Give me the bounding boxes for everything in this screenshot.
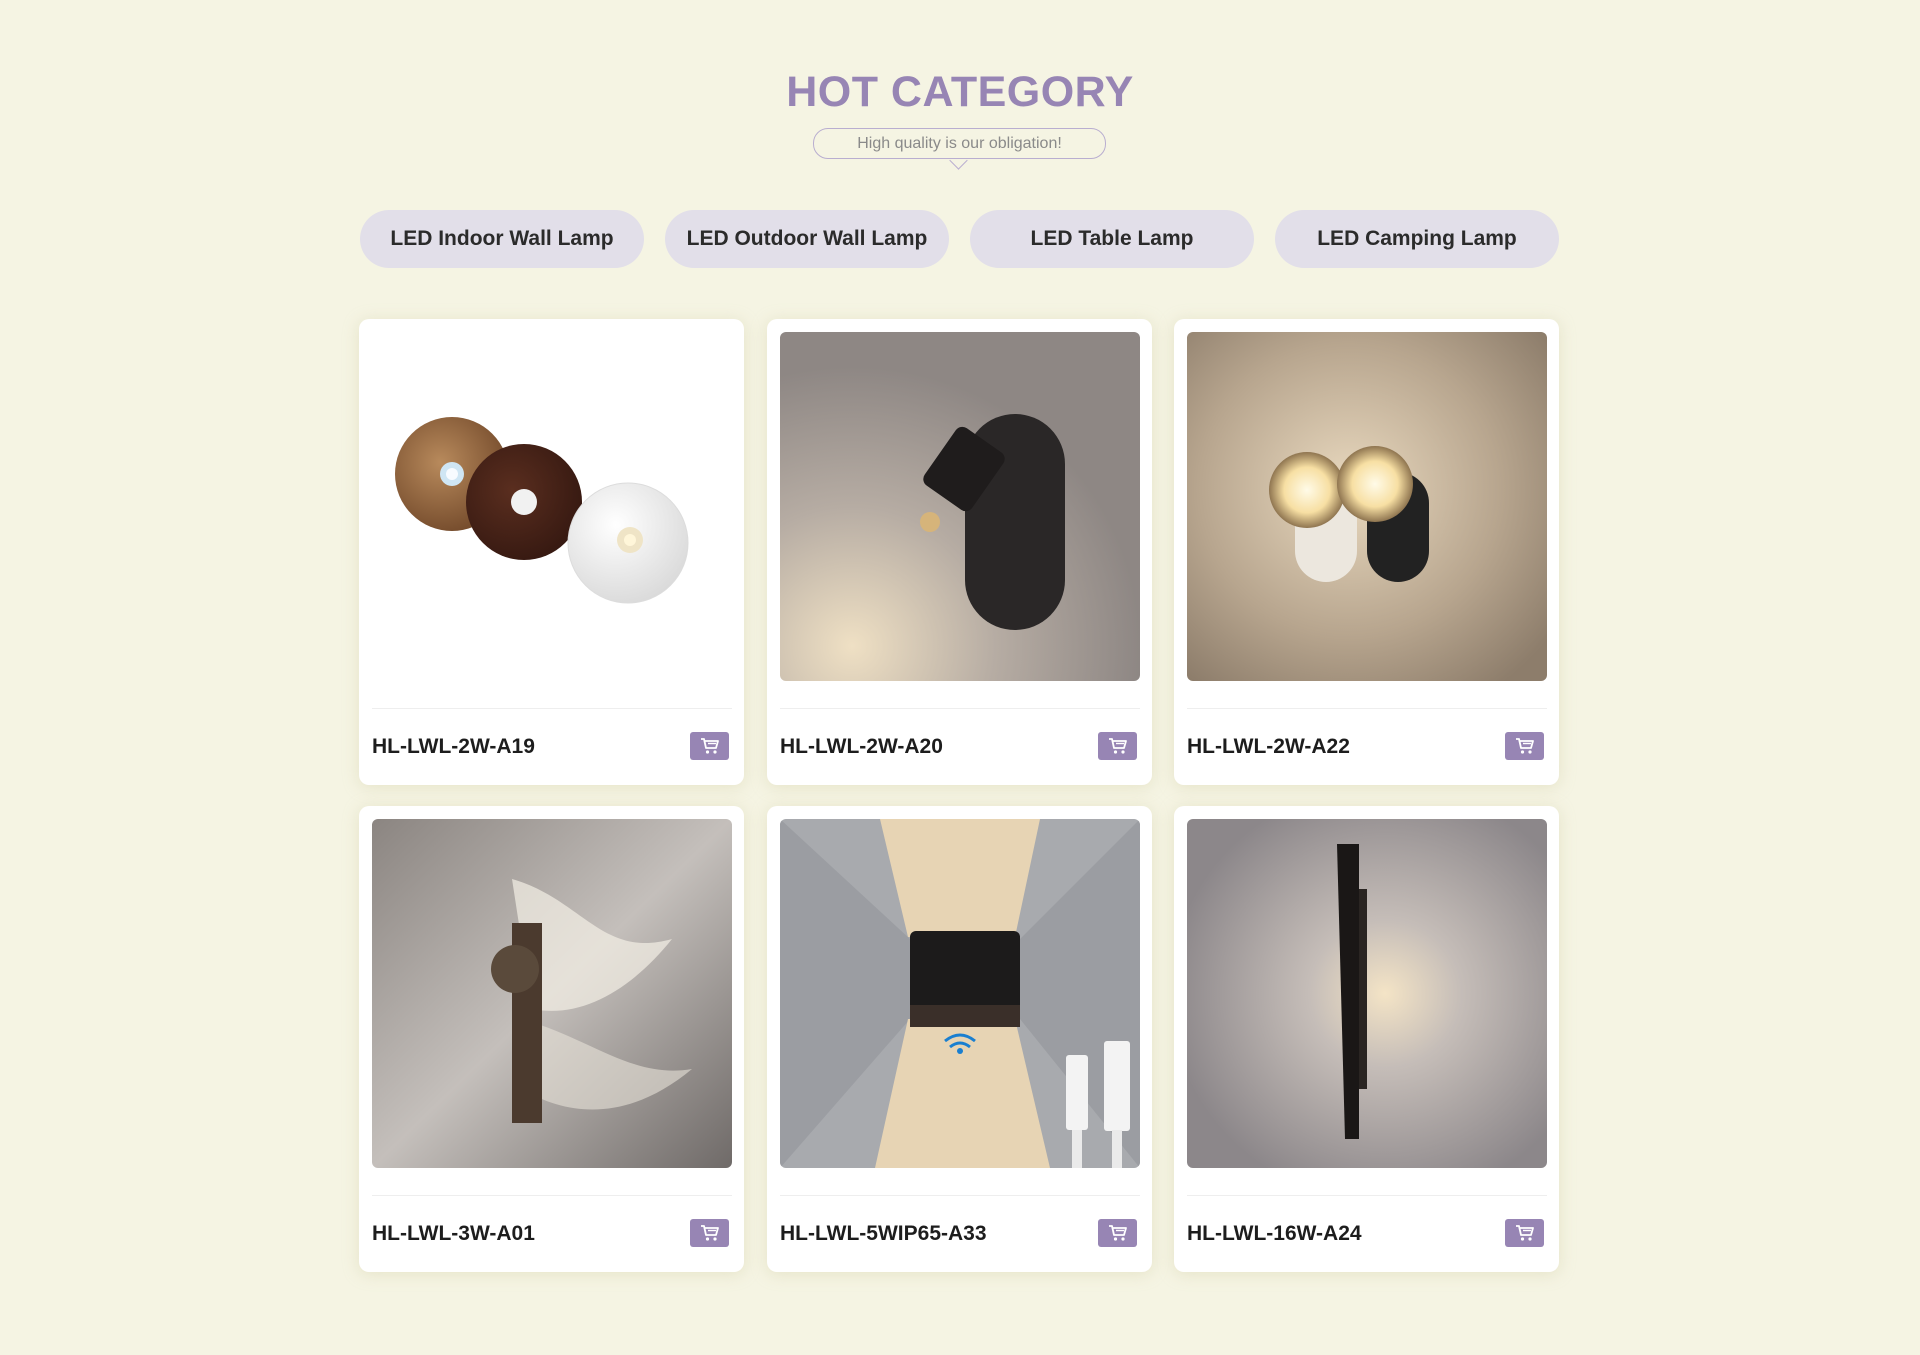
product-card[interactable]: HL-LWL-2W-A22	[1174, 319, 1559, 785]
add-to-cart-button[interactable]	[1505, 1219, 1544, 1247]
product-name[interactable]: HL-LWL-16W-A24	[1187, 1222, 1362, 1246]
add-to-cart-button[interactable]	[1098, 732, 1137, 760]
cart-icon	[1109, 1225, 1127, 1241]
product-image[interactable]	[1187, 332, 1547, 681]
card-divider	[780, 708, 1140, 709]
product-image[interactable]	[372, 819, 732, 1168]
product-card[interactable]: HL-LWL-2W-A20	[767, 319, 1152, 785]
product-name[interactable]: HL-LWL-3W-A01	[372, 1222, 535, 1246]
product-card[interactable]: HL-LWL-3W-A01	[359, 806, 744, 1272]
subtitle-badge: High quality is our obligation!	[813, 128, 1106, 170]
add-to-cart-button[interactable]	[1505, 732, 1544, 760]
product-name[interactable]: HL-LWL-2W-A20	[780, 735, 943, 759]
product-name[interactable]: HL-LWL-2W-A22	[1187, 735, 1350, 759]
product-image[interactable]	[780, 819, 1140, 1168]
section-title: HOT CATEGORY	[786, 68, 1134, 116]
tab-led-camping-lamp[interactable]: LED Camping Lamp	[1275, 210, 1559, 268]
card-divider	[372, 708, 732, 709]
add-to-cart-button[interactable]	[1098, 1219, 1137, 1247]
product-image[interactable]	[1187, 819, 1547, 1168]
category-tabs: LED Indoor Wall Lamp LED Outdoor Wall La…	[360, 210, 1560, 268]
product-image[interactable]	[780, 332, 1140, 681]
tab-led-outdoor-wall-lamp[interactable]: LED Outdoor Wall Lamp	[665, 210, 949, 268]
product-card[interactable]: HL-LWL-5WIP65-A33	[767, 806, 1152, 1272]
hot-category-section: HOT CATEGORY High quality is our obligat…	[0, 0, 1920, 1355]
cart-icon	[1516, 1225, 1534, 1241]
product-card[interactable]: HL-LWL-2W-A19	[359, 319, 744, 785]
card-divider	[780, 1195, 1140, 1196]
product-card[interactable]: HL-LWL-16W-A24	[1174, 806, 1559, 1272]
tab-led-indoor-wall-lamp[interactable]: LED Indoor Wall Lamp	[360, 210, 644, 268]
add-to-cart-button[interactable]	[690, 732, 729, 760]
card-divider	[1187, 708, 1547, 709]
product-name[interactable]: HL-LWL-5WIP65-A33	[780, 1222, 987, 1246]
tab-led-table-lamp[interactable]: LED Table Lamp	[970, 210, 1254, 268]
cart-icon	[701, 738, 719, 754]
product-image[interactable]	[372, 332, 732, 681]
section-subtitle: High quality is our obligation!	[813, 128, 1106, 159]
add-to-cart-button[interactable]	[690, 1219, 729, 1247]
cart-icon	[1109, 738, 1127, 754]
card-divider	[1187, 1195, 1547, 1196]
cart-icon	[1516, 738, 1534, 754]
cart-icon	[701, 1225, 719, 1241]
product-name[interactable]: HL-LWL-2W-A19	[372, 735, 535, 759]
card-divider	[372, 1195, 732, 1196]
